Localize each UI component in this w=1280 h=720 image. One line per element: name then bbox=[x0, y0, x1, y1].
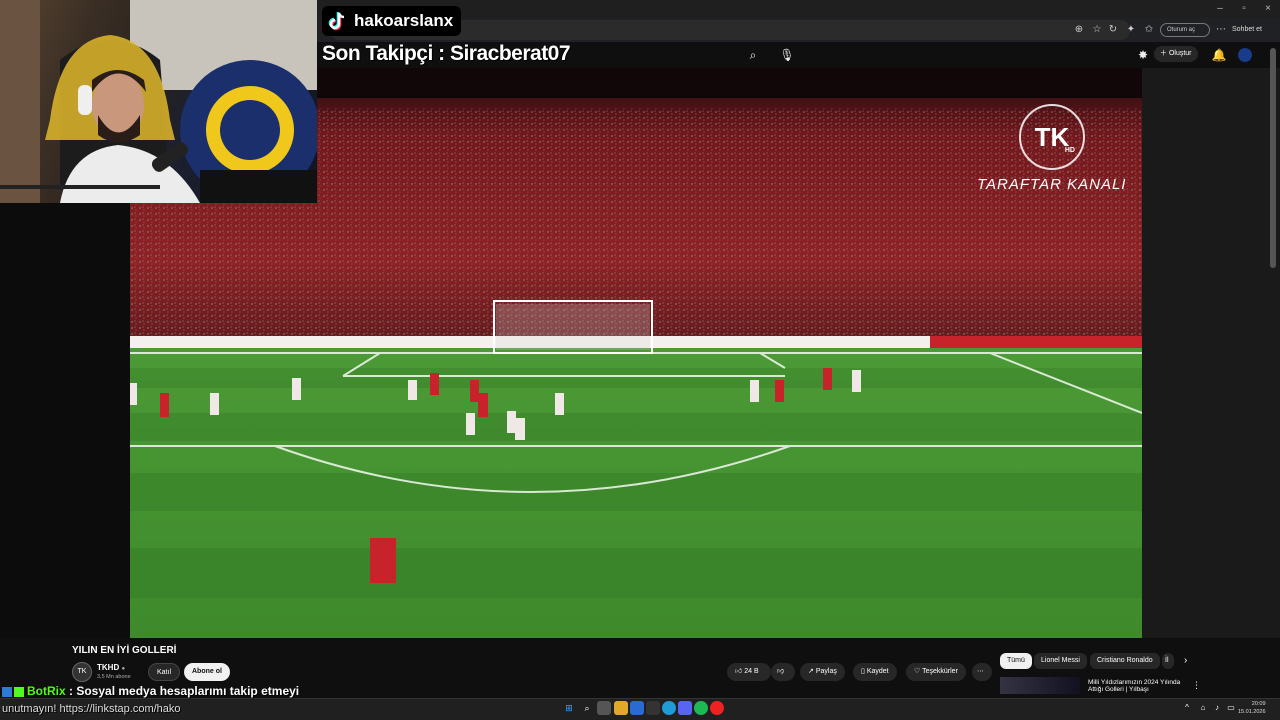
channel-name[interactable]: TKHD ● bbox=[97, 663, 125, 672]
clock-time: 20:09 bbox=[1251, 701, 1266, 707]
notifications-icon[interactable]: 🔔 bbox=[1210, 46, 1228, 64]
chat-message: BotRix : Sosyal medya hesaplarımı takip … bbox=[2, 684, 299, 698]
thanks-label: Teşekkürler bbox=[922, 668, 958, 675]
battery-icon[interactable]: ▭ bbox=[1224, 701, 1238, 715]
thumbs-down-icon: 👎︎ bbox=[777, 668, 785, 675]
chat-message-continuation: unutmayın! https://linkstap.com/hako bbox=[2, 703, 181, 715]
thanks-icon: ♡ bbox=[914, 668, 921, 675]
join-button[interactable]: Katıl bbox=[148, 663, 181, 681]
create-button[interactable]: ＋ Oluştur bbox=[1154, 46, 1198, 62]
windows-start-icon[interactable]: ⊞ bbox=[562, 701, 576, 715]
clock-date: 15.01.2026 bbox=[1238, 709, 1266, 715]
chip-all[interactable]: Tümü bbox=[1000, 653, 1032, 669]
streamer-webcam-image bbox=[0, 0, 317, 203]
system-clock[interactable]: 20:09 15.01.2026 bbox=[1238, 700, 1266, 716]
chip-lionel-messi[interactable]: Lionel Messi bbox=[1034, 653, 1087, 669]
sign-in-button[interactable]: Oturum aç bbox=[1160, 23, 1210, 37]
chip-cristiano-ronaldo[interactable]: Cristiano Ronaldo bbox=[1090, 653, 1160, 669]
channel-name-text: TKHD bbox=[97, 663, 120, 672]
kick-icon bbox=[14, 686, 24, 697]
chip-more[interactable]: İl bbox=[1162, 653, 1174, 669]
recommendation-title-line1: Milli Yıldızlarımızın 2024 Yılında bbox=[1088, 679, 1181, 686]
verified-icon: ● bbox=[121, 666, 126, 672]
page-scrollbar[interactable] bbox=[1270, 48, 1276, 268]
copilot-chat-button[interactable]: Sohbet et bbox=[1232, 23, 1262, 37]
bookmark-star-icon[interactable]: ☆ bbox=[1090, 23, 1104, 37]
bot-icon bbox=[2, 686, 12, 697]
minimize-button[interactable]: – bbox=[1212, 3, 1228, 14]
task-view-icon[interactable] bbox=[597, 701, 611, 715]
video-title: YILIN EN İYİ GOLLERİ bbox=[72, 645, 177, 656]
favorites-icon[interactable]: ✩ bbox=[1142, 23, 1156, 37]
subscribe-button[interactable]: Abone ol bbox=[184, 663, 230, 681]
more-actions-button[interactable]: ⋯ bbox=[972, 663, 992, 681]
dislike-button[interactable]: 👎︎ bbox=[771, 663, 795, 681]
maximize-button[interactable]: ▫ bbox=[1236, 3, 1252, 14]
extensions-icon[interactable]: ✦ bbox=[1124, 23, 1138, 37]
zoom-icon[interactable]: ⊕ bbox=[1072, 23, 1086, 37]
recommendation-title-line2: Attığı Golleri | Yılbaşı bbox=[1088, 686, 1149, 693]
recommendation-title[interactable]: Milli Yıldızlarımızın 2024 Yılında Attığı… bbox=[1088, 679, 1180, 693]
cast-icon[interactable]: ✸ bbox=[1134, 46, 1152, 64]
app-icon[interactable] bbox=[630, 701, 644, 715]
more-icon[interactable]: ⋯ bbox=[1214, 23, 1228, 37]
save-button[interactable]: ▯ Kaydet bbox=[853, 663, 897, 681]
save-label: Kaydet bbox=[866, 668, 889, 675]
discord-icon[interactable] bbox=[678, 701, 692, 715]
more-icon: ⋯ bbox=[977, 668, 984, 675]
tiktok-icon bbox=[328, 12, 345, 31]
share-button[interactable]: ↗ Paylaş bbox=[800, 663, 845, 681]
create-label: Oluştur bbox=[1168, 50, 1192, 57]
refresh-icon[interactable]: ↻ bbox=[1106, 23, 1120, 37]
video-letterbox bbox=[0, 203, 130, 638]
chat-username: BotRix bbox=[27, 684, 66, 698]
account-avatar[interactable] bbox=[1238, 48, 1252, 62]
like-button[interactable]: 👍︎ 24 B bbox=[727, 663, 771, 681]
watermark-hd: HD bbox=[1064, 147, 1075, 154]
volume-icon[interactable]: ♪ bbox=[1210, 701, 1224, 715]
tiktok-username: hakoarslanx bbox=[354, 11, 454, 30]
app-icon[interactable] bbox=[646, 701, 660, 715]
tiktok-badge: hakoarslanx bbox=[322, 6, 462, 36]
share-icon: ↗ bbox=[808, 668, 814, 675]
chevron-right-icon[interactable]: › bbox=[1184, 655, 1187, 666]
microphone-icon[interactable]: 🎙 bbox=[778, 46, 796, 64]
channel-avatar[interactable]: TK bbox=[72, 662, 92, 682]
watermark-logo: TK HD bbox=[1019, 104, 1085, 170]
recommendation-menu-icon[interactable]: ⋮ bbox=[1192, 680, 1201, 691]
thumbs-up-icon: 👍︎ bbox=[735, 668, 743, 675]
video-letterbox bbox=[1142, 68, 1280, 638]
edge-icon[interactable] bbox=[662, 701, 676, 715]
like-count: 24 B bbox=[744, 668, 759, 675]
file-explorer-icon[interactable] bbox=[614, 701, 628, 715]
network-icon[interactable]: ⌂ bbox=[1196, 701, 1210, 715]
search-icon[interactable]: ⌕ bbox=[580, 701, 594, 715]
latest-follower-text: Son Takipçi : Siracberat07 bbox=[322, 42, 571, 65]
obs-icon[interactable] bbox=[710, 701, 724, 715]
search-icon[interactable]: ⌕ bbox=[744, 46, 762, 64]
chat-text: : Sosyal medya hesaplarımı takip etmeyi bbox=[69, 684, 300, 698]
close-button[interactable]: × bbox=[1260, 3, 1276, 14]
spotify-icon[interactable] bbox=[694, 701, 708, 715]
thanks-button[interactable]: ♡ Teşekkürler bbox=[906, 663, 966, 681]
chevron-up-icon[interactable]: ^ bbox=[1180, 701, 1194, 715]
subscriber-count: 3,5 Mn abone bbox=[97, 674, 131, 680]
webcam-overlay bbox=[0, 0, 317, 203]
recommendation-thumbnail[interactable] bbox=[1000, 677, 1080, 694]
share-label: Paylaş bbox=[815, 668, 837, 675]
watermark-text: TARAFTAR KANALI bbox=[977, 176, 1127, 193]
bookmark-icon: ▯ bbox=[861, 668, 865, 675]
